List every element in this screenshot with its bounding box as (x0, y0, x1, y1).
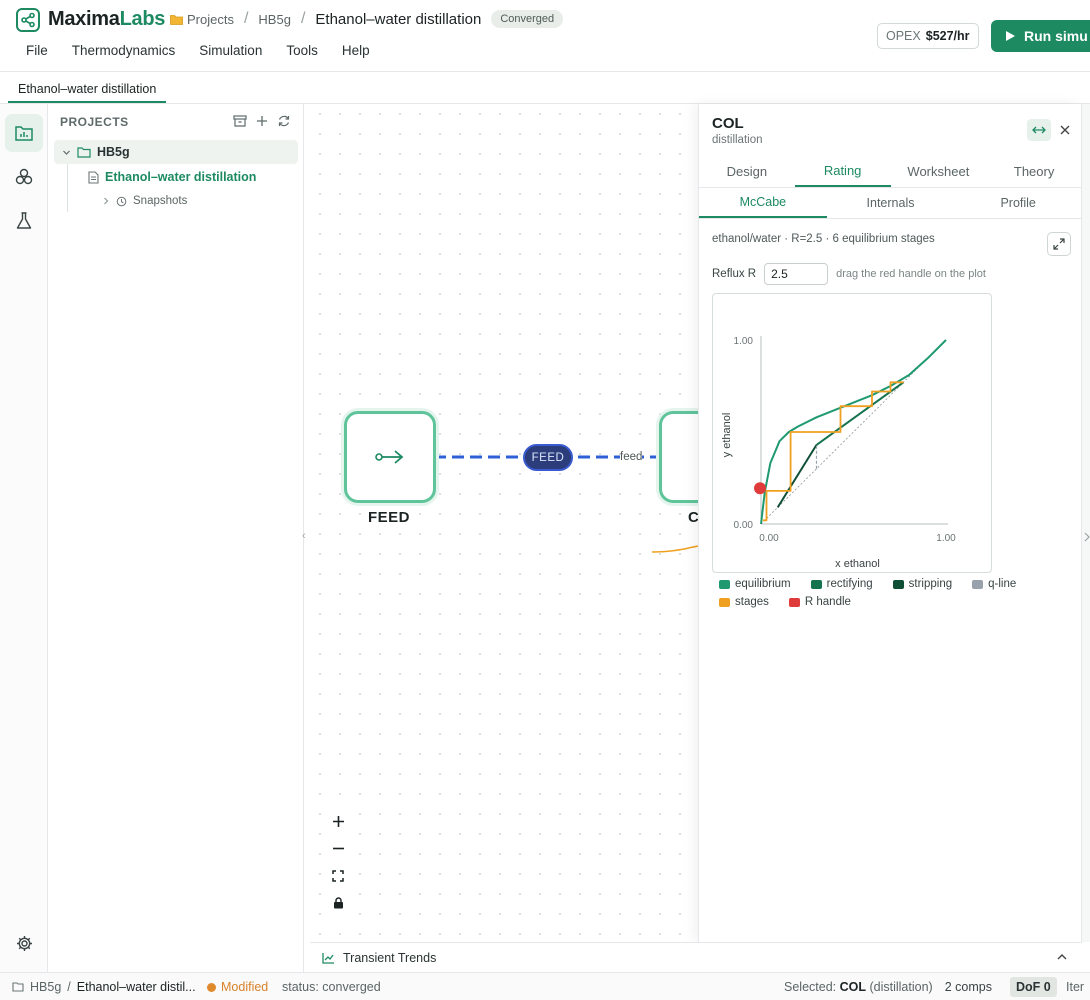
dof-badge: DoF 0 (1010, 977, 1057, 997)
properties-panel: COL distillation Design Rating Worksheet… (698, 104, 1082, 942)
reflux-label: Reflux R (712, 268, 757, 280)
series-stages (762, 381, 904, 522)
fit-view-button[interactable] (326, 862, 350, 889)
selected-info: Selected: COL (distillation) (784, 980, 933, 994)
y-tick-label: 0.00 (734, 520, 754, 531)
chevron-up-icon[interactable] (1056, 951, 1068, 963)
reflux-hint: drag the red handle on the plot (836, 268, 986, 280)
unit-feed[interactable] (344, 411, 436, 503)
series-stripping (776, 444, 818, 508)
expand-icon (1053, 238, 1065, 250)
minus-icon (332, 847, 344, 850)
fit-view-icon (332, 869, 344, 882)
legend-swatch (892, 579, 904, 589)
diagonal-line (760, 367, 919, 525)
panel-close-button[interactable] (1056, 119, 1074, 141)
panel-tabs: Design Rating Worksheet Theory (699, 156, 1082, 188)
close-icon (1060, 125, 1070, 135)
transient-trends-bar[interactable]: Transient Trends (310, 942, 1082, 972)
legend-label: q-line (988, 578, 1017, 590)
selected-type: (distillation) (869, 980, 933, 994)
lock-icon (333, 896, 343, 908)
reflux-input[interactable] (764, 263, 829, 285)
chevron-right-icon (1084, 532, 1090, 542)
tab-worksheet[interactable]: Worksheet (891, 156, 987, 187)
legend-equilibrium[interactable]: equilibrium (719, 578, 791, 590)
r-handle-point[interactable] (754, 482, 766, 495)
subtab-mccabe[interactable]: McCabe (699, 188, 827, 218)
legend-r-handle[interactable]: R handle (788, 596, 851, 608)
panel-title: COL (712, 115, 744, 132)
status-document: Ethanol–water distil... (76, 980, 196, 994)
plus-icon (332, 816, 344, 827)
legend-q-line[interactable]: q-line (972, 578, 1016, 590)
status-bar: HB5g / Ethanol–water distil... Modified … (0, 972, 1090, 1000)
modified-indicator: Modified (207, 980, 268, 994)
panel-subtitle: distillation (712, 134, 763, 146)
legend-swatch (719, 579, 730, 589)
panel-subtabs: McCabe Internals Profile (699, 188, 1082, 219)
arrows-horizontal-icon (1032, 126, 1046, 134)
modified-label: Modified (221, 980, 269, 994)
zoom-controls (326, 808, 350, 916)
status-breadcrumb[interactable]: HB5g / Ethanol–water distil... (12, 980, 196, 994)
selection-info: Selected: COL (distillation) 2 comps (784, 980, 992, 994)
legend-swatch (972, 579, 984, 589)
arrow-right-icon (375, 450, 404, 464)
legend-swatch (719, 597, 730, 607)
x-axis-label: x ethanol (835, 558, 880, 570)
legend-rectifying[interactable]: rectifying (810, 578, 873, 590)
selected-name: COL (839, 980, 866, 994)
mccabe-plot: 1.00 0.00 0.00 1.00 x ethanol y ethanol (721, 336, 956, 570)
iteration-label: Iter (1066, 980, 1085, 994)
subtab-internals[interactable]: Internals (827, 188, 955, 218)
x-tick-label: 0.00 (759, 533, 779, 544)
subtab-profile[interactable]: Profile (954, 188, 1082, 218)
x-tick-label: 1.00 (936, 533, 956, 544)
solver-status: status: converged (282, 980, 381, 994)
legend-label: equilibrium (735, 578, 791, 590)
distillate-stream-line[interactable] (651, 545, 699, 553)
y-tick-label: 1.00 (734, 336, 754, 347)
transient-trends-label: Transient Trends (343, 950, 437, 965)
legend-label: rectifying (826, 578, 873, 590)
reflux-row: Reflux R drag the red handle on the plot (712, 263, 986, 285)
unit-feed-label: FEED (368, 509, 411, 526)
tab-design[interactable]: Design (699, 156, 795, 187)
stream-pill-feed[interactable]: FEED (523, 444, 573, 471)
status-separator: / (67, 980, 71, 994)
stream-label-feed: feed (620, 451, 643, 463)
tab-rating[interactable]: Rating (794, 156, 891, 187)
panel-widen-button[interactable] (1027, 119, 1051, 141)
lock-canvas-button[interactable] (326, 889, 350, 916)
legend-swatch (810, 579, 822, 589)
zoom-out-button[interactable] (326, 835, 350, 862)
zoom-in-button[interactable] (326, 808, 350, 835)
chart-summary: ethanol/water · R=2.5 · 6 equilibrium st… (712, 233, 935, 245)
component-count: 2 comps (944, 980, 992, 994)
chart-legend: equilibrium rectifying stripping q-line … (719, 578, 1059, 608)
legend-swatch (788, 597, 800, 607)
project-link-icon (12, 982, 24, 992)
legend-stripping[interactable]: stripping (892, 578, 953, 590)
trend-chart-icon (322, 952, 334, 964)
legend-stages[interactable]: stages (719, 596, 769, 608)
legend-label: stages (735, 596, 769, 608)
legend-label: R handle (804, 596, 851, 608)
right-edge-collapse[interactable] (1081, 104, 1090, 942)
tab-theory[interactable]: Theory (986, 156, 1082, 187)
selected-label: Selected: (784, 980, 837, 994)
y-axis-label: y ethanol (721, 413, 733, 458)
legend-label: stripping (908, 578, 953, 590)
expand-chart-button[interactable] (1047, 232, 1071, 256)
mccabe-chart: 1.00 0.00 0.00 1.00 x ethanol y ethanol (712, 293, 992, 573)
status-project: HB5g (30, 980, 62, 994)
modified-dot (207, 982, 216, 992)
